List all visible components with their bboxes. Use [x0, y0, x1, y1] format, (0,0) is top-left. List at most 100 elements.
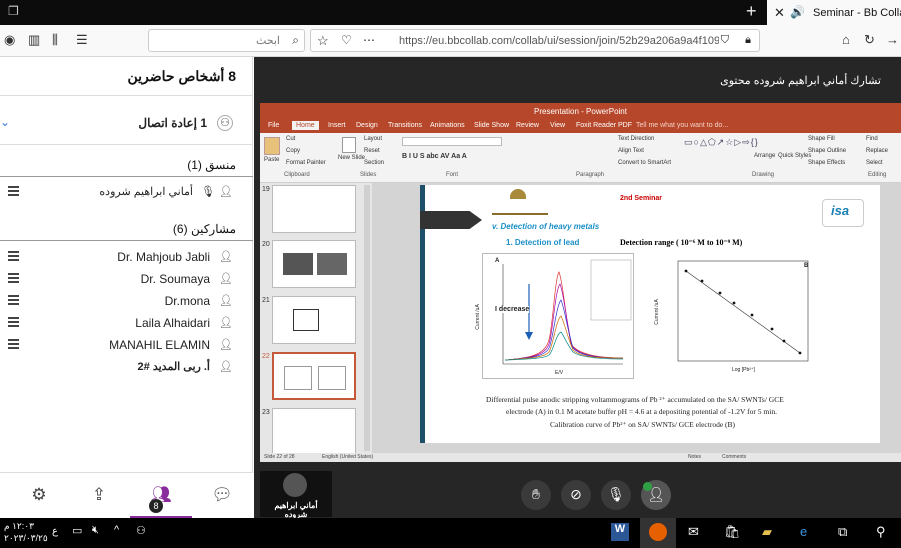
font-format-buttons[interactable]: B I U S abc AV Aa A — [402, 153, 512, 162]
library-icon[interactable]: ⫼ — [52, 32, 58, 48]
font-name-dropdown[interactable] — [402, 137, 502, 146]
lock-icon[interactable]: 🔒︎ — [745, 34, 751, 47]
isa-logo: isa — [822, 199, 864, 227]
people-icon[interactable]: ⚇ — [136, 524, 146, 537]
shape-outline-label[interactable]: Shape Outline — [808, 148, 846, 154]
slide-thumbnail[interactable] — [272, 240, 356, 288]
layout-label[interactable]: Layout — [364, 136, 382, 142]
ppt-tab[interactable]: Home — [292, 121, 319, 130]
firefox-app-tab[interactable] — [640, 518, 676, 548]
shield-icon[interactable]: ⛉ — [721, 34, 729, 47]
arrange-label[interactable]: Arrange — [754, 153, 775, 159]
section-label[interactable]: Section — [364, 160, 384, 166]
ppt-tab[interactable]: Animations — [430, 122, 465, 129]
align-text-label[interactable]: Align Text — [618, 148, 644, 154]
close-tab-icon[interactable]: ✕ — [774, 5, 785, 21]
search-input[interactable]: ابحث ⌕ — [148, 29, 305, 52]
browser-tab[interactable]: Seminar - Bb Collabor — [767, 0, 901, 25]
attendee-row[interactable]: أ. ربى المديد #2 👤︎ — [0, 356, 253, 378]
new-slide-icon[interactable] — [342, 137, 356, 153]
paste-label[interactable]: Paste — [264, 157, 279, 163]
reset-label[interactable]: Reset — [364, 148, 380, 154]
tell-me-box[interactable]: Tell me what you want to do... — [636, 122, 728, 129]
notification-icon[interactable]: ▭ — [72, 524, 82, 537]
settings-gear-icon[interactable]: ⚙ — [8, 473, 70, 519]
address-bar[interactable]: ☆ ♡ ⋯ https://eu.bbcollab.com/collab/ui/… — [310, 29, 760, 52]
text-direction-label[interactable]: Text Direction — [618, 136, 654, 142]
ppt-tab[interactable]: View — [550, 122, 565, 129]
search-icon[interactable]: ⚲ — [876, 524, 886, 540]
slide-thumbnail[interactable] — [272, 408, 356, 456]
attendee-row[interactable]: أماني ابراهيم شروده 🎙︎ 👤︎ — [0, 181, 253, 203]
attendee-row[interactable]: Dr. Soumaya 👤︎ — [0, 268, 253, 290]
expand-icon[interactable]: ⌄ — [0, 115, 10, 129]
options-menu-icon[interactable] — [8, 186, 19, 196]
ppt-tab[interactable]: Design — [356, 122, 378, 129]
options-menu-icon[interactable] — [8, 317, 19, 327]
attendee-row[interactable]: MANAHIL ELAMIN 👤︎ — [0, 334, 253, 356]
menu-icon[interactable]: ☰ — [76, 32, 88, 48]
ppt-tab[interactable]: Insert — [328, 122, 346, 129]
comments-button[interactable]: Comments — [722, 454, 746, 460]
options-menu-icon[interactable] — [8, 273, 19, 283]
more-icon[interactable]: ⋯ — [363, 33, 375, 47]
new-tab-button[interactable]: + — [746, 1, 757, 22]
account-icon[interactable]: ◉ — [4, 32, 15, 48]
word-app-icon[interactable]: W — [611, 523, 629, 541]
ppt-tab[interactable]: Foxit Reader PDF — [576, 122, 632, 129]
pocket-icon[interactable]: ♡ — [341, 33, 352, 47]
shape-effects-label[interactable]: Shape Effects — [808, 160, 845, 166]
file-explorer-icon[interactable]: ▰ — [762, 524, 772, 540]
reload-icon[interactable]: ↻ — [864, 32, 875, 48]
ppt-tab[interactable]: File — [268, 122, 279, 129]
find-label[interactable]: Find — [866, 136, 878, 142]
sidebar-icon[interactable]: ▥ — [28, 32, 40, 48]
notes-button[interactable]: Notes — [688, 454, 701, 460]
new-slide-label[interactable]: New Slide — [338, 155, 365, 161]
thumbs-scrollbar[interactable] — [364, 185, 370, 451]
mail-icon[interactable]: ✉ — [688, 524, 699, 540]
profile-status-button[interactable]: 👤︎ — [641, 480, 671, 510]
replace-label[interactable]: Replace — [866, 148, 888, 154]
attendee-row[interactable]: Dr.mona 👤︎ — [0, 290, 253, 312]
store-icon[interactable]: 🛍︎ — [724, 524, 741, 540]
raise-hand-button[interactable]: ✋︎ — [521, 480, 551, 510]
paste-icon[interactable] — [264, 137, 280, 155]
shapes-gallery[interactable]: ▭○△⬠↗☆▷⇨{} — [684, 137, 758, 165]
smartart-label[interactable]: Convert to SmartArt — [618, 160, 671, 166]
chat-icon[interactable]: 💬︎ — [191, 473, 253, 519]
options-menu-icon[interactable] — [8, 251, 19, 261]
bookmark-star-icon[interactable]: ☆ — [317, 33, 329, 49]
forward-icon[interactable]: → — [886, 32, 899, 47]
edge-icon[interactable]: e — [800, 524, 807, 539]
camera-off-button[interactable]: ⊘ — [561, 480, 591, 510]
mic-off-button[interactable]: 🎙︎ — [601, 480, 631, 510]
language-indicator[interactable]: ع — [52, 526, 58, 537]
ppt-tab[interactable]: Review — [516, 122, 539, 129]
slide-thumbnail[interactable] — [272, 296, 356, 344]
reconnect-row[interactable]: 1 إعادة اتصال ⚇ ⌄ — [0, 112, 253, 134]
restore-icon[interactable]: ❐ — [8, 4, 19, 18]
copy-label[interactable]: Copy — [286, 148, 300, 154]
speaker-icon[interactable]: 🔊 — [790, 5, 805, 19]
ppt-tab[interactable]: Slide Show — [474, 122, 509, 129]
task-view-icon[interactable]: ⧉ — [838, 524, 847, 540]
shape-fill-label[interactable]: Shape Fill — [808, 136, 835, 142]
share-content-icon[interactable]: ⇪ — [68, 473, 130, 519]
slide-thumbnail-selected[interactable] — [272, 352, 356, 400]
format-painter-label[interactable]: Format Painter — [286, 160, 326, 166]
options-menu-icon[interactable] — [8, 339, 19, 349]
attendees-tab[interactable]: 👥︎ 8 — [130, 473, 192, 519]
select-label[interactable]: Select — [866, 160, 883, 166]
options-menu-icon[interactable] — [8, 295, 19, 305]
volume-icon[interactable]: 🔇︎ — [92, 524, 99, 537]
home-icon[interactable]: ⌂ — [842, 32, 850, 47]
system-tray-up-icon[interactable]: ^ — [114, 524, 119, 536]
slide-thumbnail[interactable] — [272, 185, 356, 233]
self-video-tile[interactable]: أماني ابراهيم شروده — [260, 471, 332, 519]
quick-styles-label[interactable]: Quick Styles — [778, 153, 811, 159]
attendee-row[interactable]: Dr. Mahjoub Jabli 👤︎ — [0, 246, 253, 268]
ppt-tab[interactable]: Transitions — [388, 122, 422, 129]
cut-label[interactable]: Cut — [286, 136, 295, 142]
attendee-row[interactable]: Laila Alhaidari 👤︎ — [0, 312, 253, 334]
